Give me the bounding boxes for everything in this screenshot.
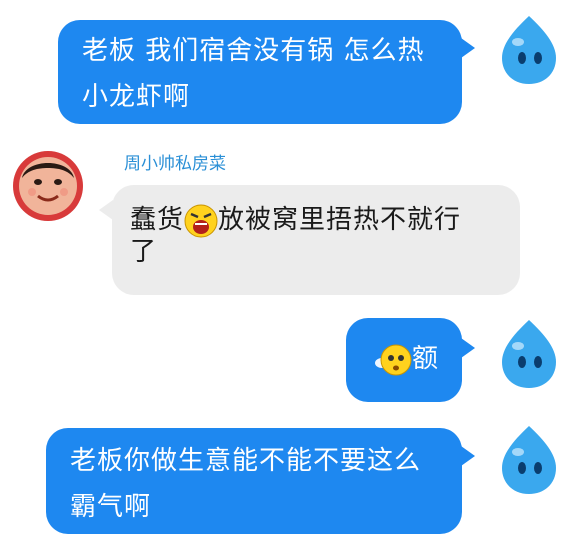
qq-avatar-icon[interactable] [494, 422, 564, 498]
sender-name: 周小帅私房菜 [124, 154, 226, 174]
sweat-face-icon [375, 344, 412, 375]
qq-avatar-icon[interactable] [494, 12, 564, 88]
bubble-tail [461, 338, 475, 358]
bubble-tail [461, 38, 475, 58]
message-text-line: 霸气啊 [70, 492, 152, 522]
outgoing-message-bubble[interactable]: 老板你做生意能不能不要这么 霸气啊 [46, 428, 462, 534]
incoming-message-bubble[interactable]: 蠢货 放被窝里捂热不就行 了 [112, 185, 520, 295]
laughing-face-icon [184, 204, 218, 237]
qq-avatar-icon[interactable] [494, 316, 564, 392]
message-text-line: 老板 我们宿舍没有锅 怎么热 [82, 36, 425, 66]
bubble-tail [99, 200, 113, 220]
bubble-tail [461, 446, 475, 466]
outgoing-message-bubble[interactable]: 额 [346, 318, 462, 402]
outgoing-message-bubble[interactable]: 老板 我们宿舍没有锅 怎么热 小龙虾啊 [58, 20, 462, 124]
sender-avatar-icon[interactable] [12, 150, 84, 222]
message-text-line: 老板你做生意能不能不要这么 [70, 446, 422, 476]
message-text: 放被窝里捂热不就行 [218, 205, 462, 235]
message-text-line: 小龙虾啊 [82, 82, 191, 112]
message-text: 额 [412, 344, 440, 374]
